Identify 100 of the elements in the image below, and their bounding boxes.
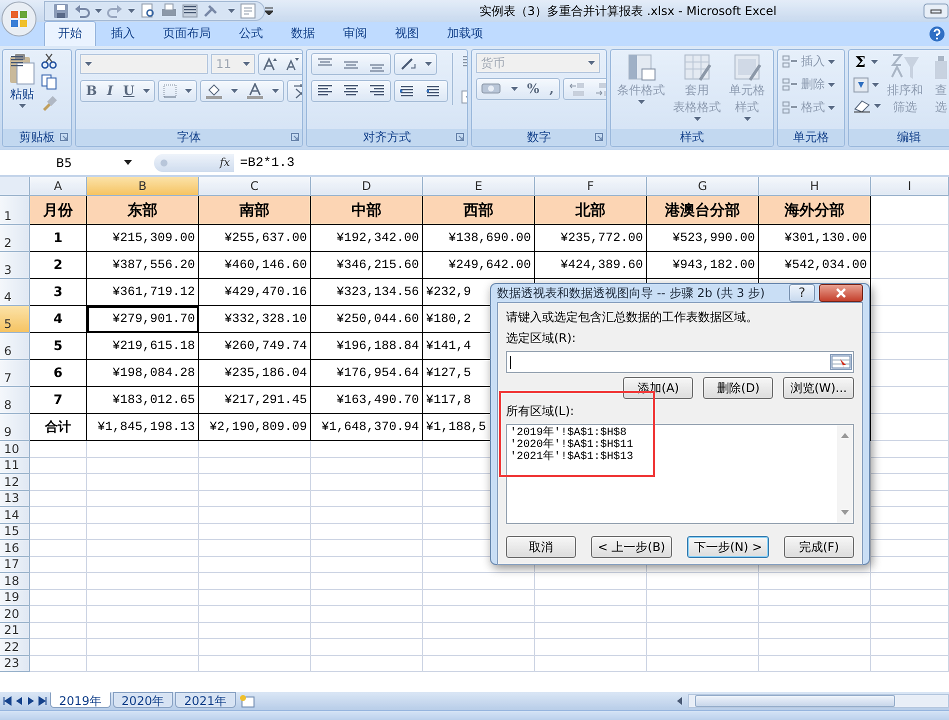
fill-down-icon[interactable] [853,77,869,93]
empty-cell[interactable] [871,360,949,387]
row-header[interactable]: 16 [0,540,30,556]
empty-cell[interactable] [871,387,949,414]
caret-icon[interactable] [95,9,102,13]
empty-cell[interactable] [535,656,647,672]
empty-cell[interactable] [871,306,949,333]
empty-cell[interactable] [871,474,949,490]
empty-cell[interactable] [311,441,423,458]
redo-icon[interactable] [107,3,123,19]
table-cell[interactable]: ¥346,215.60 [311,252,423,279]
row-header[interactable]: 9 [0,414,30,441]
print-preview-icon[interactable] [140,3,156,19]
table-cell[interactable]: 2 [30,252,87,279]
empty-cell[interactable] [647,639,759,656]
last-sheet-icon[interactable] [38,696,48,706]
close-button[interactable] [819,284,863,302]
empty-cell[interactable] [87,474,199,490]
next-sheet-icon[interactable] [26,696,36,706]
list-item[interactable]: '2021年'!$A$1:$H$13 [510,451,834,463]
left-arrow-icon[interactable] [675,695,685,707]
minimize-icon[interactable] [923,3,949,19]
table-cell[interactable]: ¥192,342.00 [311,225,423,252]
table-cell[interactable]: 3 [30,279,87,306]
table-cell[interactable]: ¥387,556.20 [87,252,199,279]
row-header[interactable]: 8 [0,387,30,414]
empty-cell[interactable] [87,606,199,622]
empty-cell[interactable] [535,590,647,606]
row-header[interactable]: 5 [0,306,30,333]
table-cell[interactable]: ¥235,772.00 [535,225,647,252]
empty-cell[interactable] [423,590,535,606]
empty-cell[interactable] [871,507,949,524]
empty-cell[interactable] [871,225,949,252]
empty-cell[interactable] [311,524,423,540]
customize-icon[interactable] [265,7,273,15]
empty-cell[interactable] [199,606,311,622]
launcher-icon[interactable] [595,133,603,141]
empty-cell[interactable] [311,622,423,639]
empty-cell[interactable] [199,556,311,573]
empty-cell[interactable] [311,556,423,573]
row-header[interactable]: 7 [0,360,30,387]
empty-cell[interactable] [311,474,423,490]
empty-cell[interactable] [871,639,949,656]
table-cell[interactable]: ¥1,845,198.13 [87,414,199,441]
table-cell[interactable]: ¥260,749.74 [199,333,311,360]
font-name-field[interactable] [80,54,208,74]
empty-cell[interactable] [871,524,949,540]
table-cell[interactable]: 6 [30,360,87,387]
row-header[interactable]: 3 [0,252,30,279]
column-title[interactable]: 南部 [199,196,311,225]
launcher-icon[interactable] [291,133,299,141]
empty-cell[interactable] [871,556,949,573]
help-icon[interactable] [929,26,945,42]
caret-icon[interactable] [874,104,881,108]
ribbon-tab[interactable]: 插入 [98,22,148,46]
row-header[interactable]: 19 [0,590,30,606]
row-header[interactable]: 18 [0,573,30,590]
new-sheet-icon[interactable] [238,694,256,708]
name-box[interactable]: B5 [0,156,140,170]
row-header[interactable]: 13 [0,490,30,507]
column-header[interactable]: G [647,177,759,196]
empty-cell[interactable] [199,573,311,590]
launcher-icon[interactable] [456,133,464,141]
empty-cell[interactable] [199,590,311,606]
table-cell[interactable]: ¥235,186.04 [199,360,311,387]
empty-cell[interactable] [871,333,949,360]
empty-cell[interactable] [311,656,423,672]
table-cell[interactable]: ¥1,648,370.94 [311,414,423,441]
empty-cell[interactable] [647,656,759,672]
table-cell[interactable]: 4 [30,306,87,333]
row-header[interactable]: 1 [0,196,30,225]
table-cell[interactable]: ¥176,954.64 [311,360,423,387]
row-header[interactable]: 11 [0,458,30,474]
printer-icon[interactable] [161,3,177,19]
empty-cell[interactable] [199,490,311,507]
format-button[interactable]: I [102,84,118,98]
brush-icon[interactable] [41,95,57,111]
empty-cell[interactable] [871,540,949,556]
empty-cell[interactable] [87,490,199,507]
empty-cell[interactable] [87,507,199,524]
empty-cell[interactable] [199,458,311,474]
list-item[interactable]: '2020年'!$A$1:$H$11 [510,439,834,451]
column-title[interactable]: 东部 [87,196,199,225]
help-button[interactable]: ? [789,284,815,302]
ribbon-tab[interactable]: 公式 [226,22,276,46]
undo-icon[interactable] [74,3,90,19]
table-cell[interactable]: ¥249,642.00 [423,252,535,279]
dialog-button[interactable]: 删除(D) [703,377,774,399]
empty-cell[interactable] [87,556,199,573]
empty-cell[interactable] [423,573,535,590]
table-cell[interactable]: 7 [30,387,87,414]
row-header[interactable]: 6 [0,333,30,360]
empty-cell[interactable] [87,590,199,606]
table-cell[interactable]: ¥332,328.10 [199,306,311,333]
empty-cell[interactable] [87,639,199,656]
dialog-button[interactable]: 浏览(W)... [783,377,854,399]
select-all-button[interactable] [0,177,30,196]
empty-cell[interactable] [871,622,949,639]
empty-cell[interactable] [311,490,423,507]
format-button[interactable]: , [544,82,559,96]
